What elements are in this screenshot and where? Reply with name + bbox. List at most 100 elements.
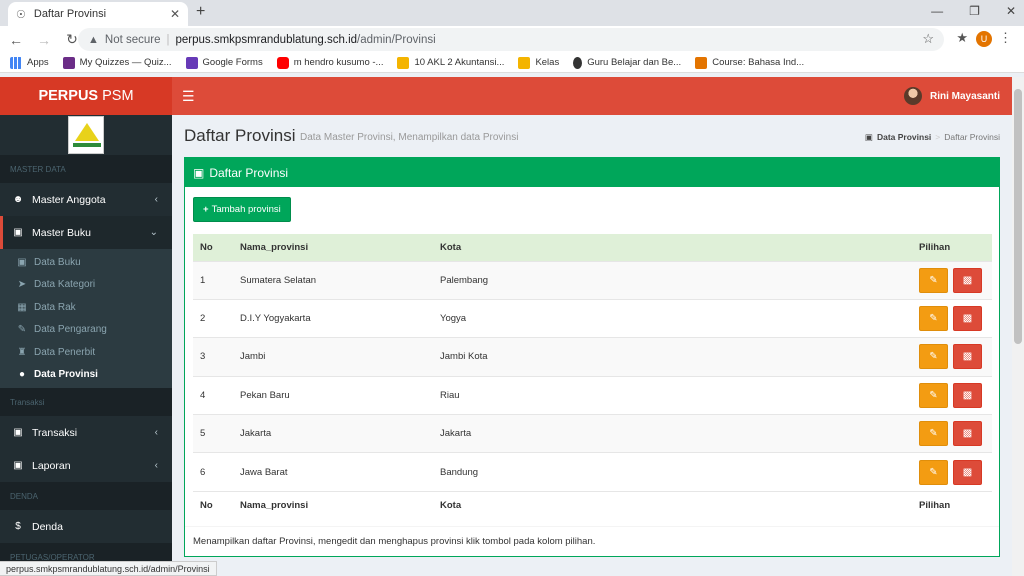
box-title: Daftar Provinsi	[209, 165, 289, 180]
bookmark-moodle[interactable]: Course: Bahasa Ind...	[695, 56, 804, 69]
edit-button[interactable]: ✎	[919, 306, 948, 332]
bookmark-label: Kelas	[535, 57, 560, 68]
delete-button[interactable]: ▩	[953, 344, 982, 370]
building-icon: ♜	[17, 346, 27, 358]
footer-header-pilihan: Pilihan	[912, 490, 992, 520]
globe-icon: ☉	[16, 8, 26, 21]
separator: |	[166, 33, 170, 46]
close-tab-icon[interactable]: ✕	[170, 7, 180, 21]
sidebar-header-transaksi: Transaksi	[0, 388, 172, 416]
extensions-icon[interactable]: ★	[956, 30, 968, 46]
cell-nama: D.I.Y Yogyakarta	[233, 298, 433, 338]
moodle-icon	[695, 56, 708, 69]
book-icon: ▣	[13, 460, 23, 471]
cell-kota: Palembang	[433, 260, 912, 300]
sidebar-item-master-anggota[interactable]: ☻ Master Anggota ‹	[0, 183, 172, 216]
delete-button[interactable]: ▩	[953, 459, 982, 485]
bookmark-label: m hendro kusumo -...	[293, 57, 384, 68]
edit-icon: ✎	[929, 389, 938, 401]
bookmark-apps[interactable]: Apps	[10, 56, 49, 69]
user-menu[interactable]: Rini Mayasanti	[903, 87, 1000, 105]
sidebar-item-master-buku[interactable]: ▣ Master Buku ⌄	[0, 216, 172, 249]
status-bar-url: perpus.smkpsmrandublatung.sch.id/admin/P…	[0, 561, 217, 576]
page-scrollbar[interactable]	[1012, 77, 1024, 576]
bulb-icon	[573, 56, 583, 69]
bookmark-kelas[interactable]: Kelas	[518, 56, 560, 69]
delete-button[interactable]: ▩	[953, 267, 982, 293]
cell-kota: Bandung	[433, 452, 912, 492]
column-header-no[interactable]: No	[193, 234, 233, 261]
url-path: /admin/Provinsi	[357, 33, 436, 46]
add-province-button[interactable]: + Tambah provinsi	[193, 197, 291, 222]
cell-kota: Jambi Kota	[433, 337, 912, 377]
profile-avatar[interactable]: U	[976, 31, 992, 47]
column-header-kota[interactable]: Kota	[433, 234, 912, 261]
bookmark-star-icon[interactable]: ☆	[922, 31, 934, 47]
add-button-label: Tambah provinsi	[211, 204, 281, 215]
edit-button[interactable]: ✎	[919, 421, 948, 447]
top-navbar: ☰ Rini Mayasanti	[172, 77, 1012, 115]
bookmark-youtube[interactable]: m hendro kusumo -...	[276, 56, 384, 69]
address-bar[interactable]: ▲ Not secure | perpus.smkpsmrandublatung…	[78, 28, 944, 51]
bookmark-classroom-akl[interactable]: 10 AKL 2 Akuntansi...	[397, 56, 504, 69]
table-row: 5 Jakarta Jakarta ✎ ▩	[193, 414, 992, 453]
plus-icon: +	[203, 204, 209, 215]
sidebar-item-label: Transaksi	[32, 426, 78, 439]
logo-bold: PERPUS	[38, 88, 99, 104]
book-icon: ▣	[13, 427, 23, 438]
cell-nama: Pekan Baru	[233, 375, 433, 415]
edit-button[interactable]: ✎	[919, 459, 948, 485]
bookmark-guru-belajar[interactable]: Guru Belajar dan Be...	[573, 56, 681, 69]
minimize-icon[interactable]: —	[931, 4, 943, 18]
column-header-nama[interactable]: Nama_provinsi	[233, 234, 433, 261]
sidebar-item-label: Master Buku	[32, 226, 91, 239]
new-tab-icon[interactable]: +	[196, 3, 205, 21]
cell-nama: Jakarta	[233, 414, 433, 453]
url-host: perpus.smkpsmrandublatung.sch.id	[175, 33, 358, 46]
cell-no: 5	[193, 414, 233, 453]
edit-icon: ✎	[929, 351, 938, 363]
table-icon: ▦	[17, 301, 27, 313]
sidebar-toggle-icon[interactable]: ☰	[182, 88, 195, 105]
trash-icon: ▩	[962, 351, 973, 363]
close-window-icon[interactable]: ✕	[1006, 4, 1016, 18]
forward-icon[interactable]: →	[32, 32, 56, 48]
sidebar-subitem-data-pengarang[interactable]: ✎ Data Pengarang	[0, 319, 172, 342]
bookmarks-bar: Apps My Quizzes — Quiz... Google Forms m…	[0, 53, 1024, 73]
edit-icon: ✎	[929, 428, 938, 440]
sidebar-subitem-data-penerbit[interactable]: ♜ Data Penerbit	[0, 341, 172, 364]
sidebar-subitem-data-kategori[interactable]: ➤ Data Kategori	[0, 274, 172, 297]
sidebar-item-laporan[interactable]: ▣ Laporan ‹	[0, 449, 172, 482]
edit-button[interactable]: ✎	[919, 344, 948, 370]
cell-no: 6	[193, 452, 233, 492]
browser-menu-icon[interactable]: ⋮	[999, 30, 1012, 46]
delete-button[interactable]: ▩	[953, 306, 982, 332]
sidebar-subitem-data-buku[interactable]: ▣ Data Buku	[0, 251, 172, 274]
user-name: Rini Mayasanti	[929, 90, 1000, 102]
scrollbar-thumb[interactable]	[1014, 89, 1022, 344]
sidebar-subitem-data-provinsi[interactable]: ● Data Provinsi	[0, 364, 172, 387]
bookmark-google-forms[interactable]: Google Forms	[185, 56, 263, 69]
back-icon[interactable]: ←	[4, 32, 28, 48]
app-logo[interactable]: PERPUS PSM	[0, 77, 172, 115]
table-row: 4 Pekan Baru Riau ✎ ▩	[193, 375, 992, 415]
restore-icon[interactable]: ❐	[969, 4, 980, 18]
table-footer-row: No Nama_provinsi Kota Pilihan	[193, 490, 992, 520]
cell-no: 3	[193, 337, 233, 377]
chevron-left-icon: ‹	[154, 460, 158, 471]
bookmark-quizizz[interactable]: My Quizzes — Quiz...	[62, 56, 172, 69]
breadcrumb-separator: >	[935, 132, 941, 142]
browser-tab[interactable]: ☉ Daftar Provinsi ✕	[8, 2, 188, 26]
delete-button[interactable]: ▩	[953, 382, 982, 408]
sidebar-item-transaksi[interactable]: ▣ Transaksi ‹	[0, 416, 172, 449]
edit-button[interactable]: ✎	[919, 267, 948, 293]
province-table: No Nama_provinsi Kota Pilihan 1 Sumatera…	[193, 234, 992, 520]
sidebar-item-denda[interactable]: $ Denda	[0, 510, 172, 543]
sidebar-subitem-data-rak[interactable]: ▦ Data Rak	[0, 296, 172, 319]
breadcrumb-link[interactable]: Data Provinsi	[877, 132, 931, 143]
delete-button[interactable]: ▩	[953, 421, 982, 447]
edit-button[interactable]: ✎	[919, 382, 948, 408]
book-icon: ▣	[17, 256, 27, 268]
browser-tab-strip: ☉ Daftar Provinsi ✕ + — ❐ ✕	[0, 0, 1024, 26]
sidebar-header-denda: DENDA	[0, 482, 172, 510]
